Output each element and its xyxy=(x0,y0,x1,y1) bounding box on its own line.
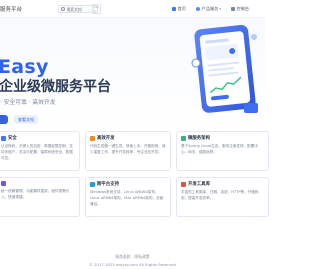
feature-desc: 统一依赖管理、功能模块插拔、组件按需引入，快速搭建。 xyxy=(1,189,70,199)
nav-home[interactable]: 首页 xyxy=(172,6,186,12)
cluster-icon xyxy=(181,135,186,141)
view-docs-button[interactable]: 查看文档 xyxy=(14,115,38,124)
feature-desc: 基于Spring Cloud生态，服务注册发现、配置中心、网关、链路追踪。 xyxy=(181,144,258,154)
hero-title: Easy xyxy=(0,56,49,78)
privacy-link[interactable]: 隐私政策 xyxy=(135,254,150,260)
feature-card[interactable]: 开发工具库 丰富的工具类库，日期、加密、HTTP等，开箱即用，提高开发效率。 xyxy=(176,177,269,217)
features-section: 安全 认证授权、无侵入的加密、数据权限控制，支持多租户、灵活可配置，保障系统安全… xyxy=(0,131,269,234)
hero-subtitle: 企业级微服务平台 xyxy=(0,79,111,95)
search-icon xyxy=(61,7,65,11)
feature-card[interactable]: 统一依赖管理、功能模块插拔、组件按需引入，快速搭建。 xyxy=(0,177,80,217)
badge-right xyxy=(244,103,258,113)
get-started-button[interactable] xyxy=(0,115,8,124)
feature-title: 开发工具库 xyxy=(188,182,210,187)
hero-tagline: · 安全可靠 · 高效开发 xyxy=(0,100,56,106)
feature-desc: 认证授权、无侵入的加密、数据权限控制，支持多租户、灵活可配置，保障系统安全、数据… xyxy=(1,144,73,160)
toolbox-icon xyxy=(181,181,186,187)
deco-dot xyxy=(251,34,257,40)
feature-card[interactable]: 安全 认证授权、无侵入的加密、数据权限控制，支持多租户、灵活可配置，保障系统安全… xyxy=(0,131,80,171)
feature-title: 高效开发 xyxy=(97,136,115,141)
badge-left xyxy=(191,58,201,68)
rocket-icon xyxy=(90,135,95,141)
search-shortcut: Ctrl K xyxy=(91,4,101,14)
monitor-icon xyxy=(231,7,235,11)
feature-desc: 代码生成器一键生成，快速上手，开箱即用，减少重复工作，提升开发效率，专注业务开发… xyxy=(90,144,166,154)
hero-illustration xyxy=(191,24,258,113)
terms-link[interactable]: 服务条款 xyxy=(115,254,130,260)
feature-card[interactable]: 微服务架构 基于Spring Cloud生态，服务注册发现、配置中心、网关、链路… xyxy=(176,131,269,171)
chevron-down-icon: ▾ xyxy=(219,7,222,11)
page-footer: 服务条款 隐私政策 © 2017-2025 easyzy.com All Rig… xyxy=(0,254,265,267)
search-input[interactable] xyxy=(66,6,91,12)
nav-products[interactable]: 产品服务 ▾ xyxy=(196,6,221,12)
copyright: © 2017-2025 easyzy.com All Rights Reserv… xyxy=(89,262,176,267)
feature-desc: Windows系统支持，Linux AMD64架构，Linux ARM64架构，… xyxy=(90,190,164,206)
search-box[interactable]: Ctrl K xyxy=(58,4,101,14)
brand-name[interactable]: 服务平台 xyxy=(0,5,22,13)
footer-links: 服务条款 隐私政策 xyxy=(0,254,265,260)
feature-title: 安全 xyxy=(8,136,17,141)
nav-products-label: 产品服务 xyxy=(201,6,219,11)
nav-home-label: 首页 xyxy=(177,6,186,11)
home-icon xyxy=(172,7,176,11)
monitor-icon xyxy=(90,181,95,187)
feature-card[interactable]: 高效开发 代码生成器一键生成，快速上手，开箱即用，减少重复工作，提升开发效率，专… xyxy=(85,131,171,171)
grid-icon xyxy=(196,7,200,11)
feature-desc: 丰富的工具类库，日期、加密、HTTP等，开箱即用，提高开发效率。 xyxy=(181,190,259,200)
feature-title: 跨平台支持 xyxy=(97,182,119,187)
top-header: 服务平台 Ctrl K 首页 产品服务 ▾ 控制台 xyxy=(0,0,265,18)
feature-title: 微服务架构 xyxy=(188,136,210,141)
nav-console[interactable]: 控制台 xyxy=(231,6,249,12)
nav-console-label: 控制台 xyxy=(236,6,250,11)
shield-icon xyxy=(1,135,6,141)
code-icon xyxy=(1,181,6,186)
feature-card[interactable]: 跨平台支持 Windows系统支持，Linux AMD64架构，Linux AR… xyxy=(85,177,171,217)
